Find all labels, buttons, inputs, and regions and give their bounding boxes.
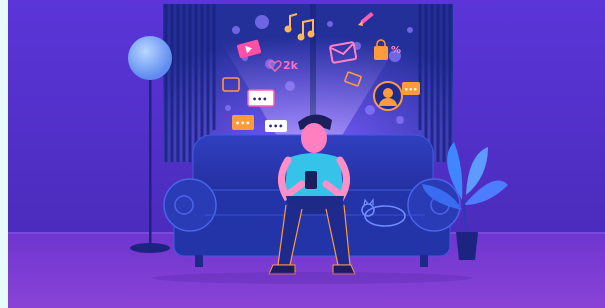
likes-count: 2k [283, 59, 299, 72]
svg-text:•••: ••• [235, 119, 250, 128]
illustration: 2k % ••• ••• ••• ••• [0, 0, 605, 308]
svg-text:•••: ••• [252, 95, 267, 104]
border-strip [0, 0, 8, 308]
avatar-icon [373, 81, 403, 111]
svg-text:•••: ••• [268, 122, 283, 131]
svg-text:•••: ••• [404, 86, 417, 94]
discount-symbol: % [391, 45, 401, 56]
